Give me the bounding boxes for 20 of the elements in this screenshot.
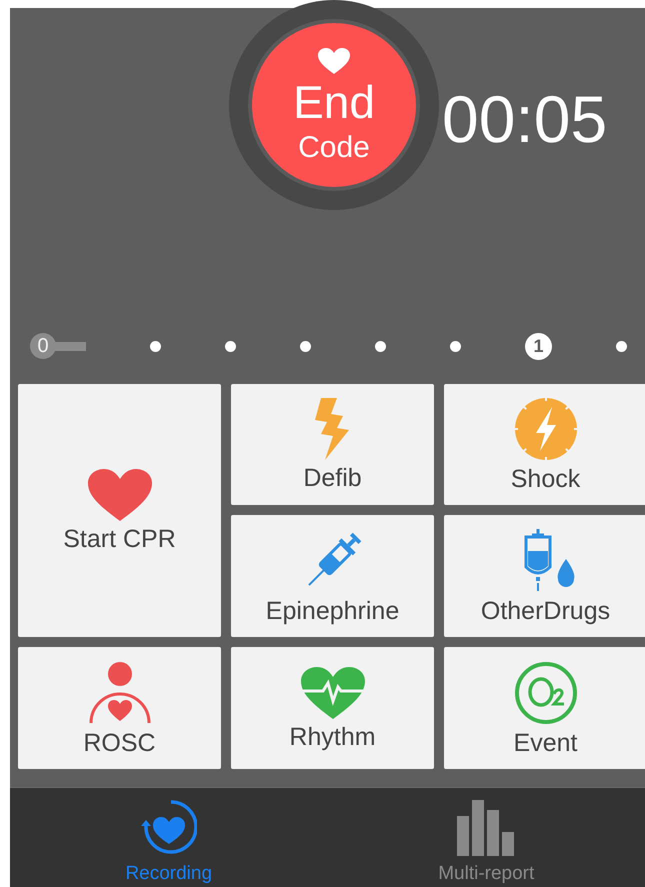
action-tile[interactable]: Epinephrine (231, 515, 434, 637)
heartbeat-icon (300, 666, 364, 718)
action-tile[interactable]: Defib (231, 384, 434, 505)
bar-chart-icon (457, 800, 516, 856)
heart-refresh-icon (140, 800, 197, 856)
timeline-start-marker: 0 (30, 333, 56, 359)
action-tile[interactable]: ROSC (18, 647, 221, 769)
bottom-tab[interactable]: Multi-report (328, 788, 645, 887)
action-tile[interactable]: Start CPR (18, 384, 221, 637)
elapsed-timer: 00:05 (442, 86, 608, 152)
minute-marker: 1 (525, 332, 552, 360)
heart-icon (88, 469, 152, 521)
shock-icon (514, 397, 578, 461)
oxygen-icon (514, 660, 578, 724)
heart-icon (318, 47, 350, 75)
timeline-track (54, 342, 86, 350)
action-tile[interactable]: Shock (444, 384, 645, 505)
action-tile[interactable]: Rhythm (231, 647, 434, 769)
action-tile[interactable]: OtherDrugs (444, 515, 645, 637)
action-tile[interactable]: Event (444, 647, 645, 769)
